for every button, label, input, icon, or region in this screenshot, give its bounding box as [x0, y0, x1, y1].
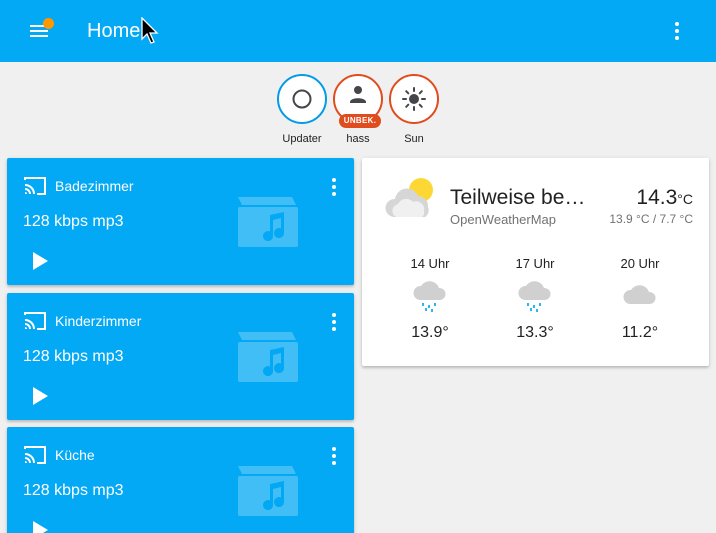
cloud-icon	[623, 285, 656, 304]
badge-sun[interactable]: Sun	[389, 74, 439, 145]
cast-icon	[24, 446, 46, 464]
play-button[interactable]	[27, 384, 51, 408]
rainy-cloud-icon	[413, 281, 446, 312]
media-status: 128 kbps mp3	[23, 213, 124, 230]
movie-music-icon	[238, 466, 298, 516]
forecast-item: 14 Uhr 13.9°	[390, 256, 470, 342]
movie-music-icon	[238, 197, 298, 247]
forecast-time: 17 Uhr	[515, 256, 555, 271]
media-player-name: Küche	[55, 447, 95, 463]
badge-hass-circle: UNBEK.	[333, 74, 383, 128]
forecast-temperature: 11.2°	[621, 324, 659, 341]
media-player-card-kueche: Küche 128 kbps mp3	[7, 427, 354, 533]
play-icon	[33, 387, 48, 405]
badge-updater-circle	[277, 74, 327, 124]
current-temperature: 14.3°C	[636, 186, 693, 210]
play-icon	[33, 521, 48, 533]
badge-hass[interactable]: UNBEK. hass	[333, 74, 383, 145]
play-icon	[33, 252, 48, 270]
temperature-range: 13.9 °C / 7.7 °C	[609, 212, 693, 226]
media-more-info-button[interactable]	[324, 445, 344, 467]
person-icon	[350, 86, 366, 103]
media-player-name: Kinderzimmer	[55, 313, 142, 329]
play-button[interactable]	[27, 249, 51, 273]
weather-state: Teilweise bewölkt	[450, 186, 600, 209]
cast-icon	[24, 312, 46, 330]
sun-icon	[402, 87, 426, 111]
app-header: Home	[0, 0, 716, 62]
sidebar-menu-button[interactable]	[24, 16, 56, 46]
media-more-info-button[interactable]	[324, 176, 344, 198]
rainy-cloud-icon	[518, 281, 551, 312]
partly-cloudy-icon	[385, 178, 433, 217]
circle-outline-icon	[292, 89, 312, 109]
forecast-temperature: 13.9°	[411, 324, 449, 341]
mouse-cursor-icon	[141, 17, 159, 44]
media-more-info-button[interactable]	[324, 311, 344, 333]
forecast-time: 20 Uhr	[620, 256, 660, 271]
badge-updater[interactable]: Updater	[277, 74, 327, 145]
forecast-item: 20 Uhr 11.2°	[600, 256, 680, 342]
weather-source: OpenWeatherMap	[450, 212, 556, 227]
notification-dot	[43, 18, 54, 29]
badge-label: Sun	[404, 133, 424, 145]
weather-forecast-card[interactable]: Teilweise bewölkt OpenWeatherMap 14.3°C …	[362, 158, 709, 366]
forecast-temperature: 13.3°	[516, 324, 554, 341]
temperature-unit: °C	[677, 191, 693, 207]
media-player-card-badezimmer: Badezimmer 128 kbps mp3	[7, 158, 354, 285]
movie-music-icon	[238, 332, 298, 382]
media-player-name: Badezimmer	[55, 178, 134, 194]
page-title: Home	[87, 20, 141, 42]
cast-icon	[24, 177, 46, 195]
badge-status-tag: UNBEK.	[339, 114, 381, 128]
media-player-card-kinderzimmer: Kinderzimmer 128 kbps mp3	[7, 293, 354, 420]
temperature-value: 14.3	[636, 186, 678, 209]
play-button[interactable]	[27, 518, 51, 533]
media-status: 128 kbps mp3	[23, 482, 124, 499]
header-overflow-menu-button[interactable]	[664, 18, 690, 44]
forecast-item: 17 Uhr 13.3°	[495, 256, 575, 342]
forecast-time: 14 Uhr	[410, 256, 450, 271]
badge-sun-circle	[389, 74, 439, 124]
media-status: 128 kbps mp3	[23, 348, 124, 365]
